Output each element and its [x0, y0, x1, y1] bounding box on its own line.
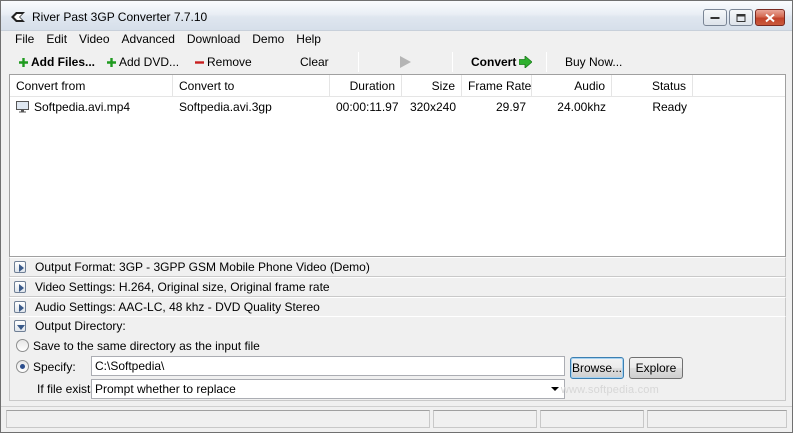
add-dvd-button[interactable]: Add DVD...: [107, 53, 179, 71]
menu-demo[interactable]: Demo: [246, 31, 290, 49]
menu-file[interactable]: File: [9, 31, 40, 49]
status-pane: [6, 410, 430, 428]
video-settings-label: Video Settings: H.264, Original size, Or…: [35, 280, 330, 294]
output-format-panel[interactable]: Output Format: 3GP - 3GPP GSM Mobile Pho…: [9, 257, 786, 277]
add-files-label: Add Files...: [31, 55, 96, 69]
menu-edit[interactable]: Edit: [40, 31, 73, 49]
close-button[interactable]: [755, 9, 785, 26]
cell-audio: 24.00khz: [557, 100, 606, 114]
same-directory-radio[interactable]: [16, 339, 29, 352]
specify-radio[interactable]: [16, 360, 29, 373]
menu-help[interactable]: Help: [290, 31, 327, 49]
toolbar-separator: [452, 52, 453, 72]
minus-icon: [195, 60, 204, 64]
main-window: River Past 3GP Converter 7.7.10 File Edi…: [0, 0, 793, 433]
column-duration[interactable]: Duration: [330, 75, 402, 97]
dropdown-arrow-icon[interactable]: [551, 387, 559, 391]
cell-convert-from: Softpedia.avi.mp4: [34, 100, 131, 114]
output-format-label: Output Format: 3GP - 3GPP GSM Mobile Pho…: [35, 260, 370, 274]
collapse-icon[interactable]: [14, 320, 26, 332]
conversion-list[interactable]: Convert from Convert to Duration Size Fr…: [9, 74, 786, 257]
column-convert-to[interactable]: Convert to: [173, 75, 330, 97]
menu-advanced[interactable]: Advanced: [116, 31, 181, 49]
toolbar: Add Files... Add DVD... Remove Clear Con…: [1, 51, 792, 73]
browse-button[interactable]: Browse...: [570, 357, 624, 379]
cell-frame-rate: 29.97: [495, 100, 526, 114]
plus-icon: [19, 57, 28, 67]
output-path-input[interactable]: C:\Softpedia\: [91, 356, 565, 376]
title-bar[interactable]: River Past 3GP Converter 7.7.10: [1, 1, 792, 31]
cell-convert-to: Softpedia.avi.3gp: [179, 100, 272, 114]
expand-icon[interactable]: [14, 301, 26, 313]
chevron-right-icon: [19, 304, 24, 312]
convert-label: Convert: [471, 55, 517, 69]
buy-now-label: Buy Now...: [565, 55, 623, 69]
explore-button[interactable]: Explore: [629, 357, 683, 379]
column-audio[interactable]: Audio: [532, 75, 612, 97]
add-files-button[interactable]: Add Files...: [19, 53, 95, 71]
toolbar-separator: [358, 52, 359, 72]
add-dvd-label: Add DVD...: [119, 55, 180, 69]
file-exists-value: Prompt whether to replace: [95, 382, 236, 396]
toolbar-separator: [546, 52, 547, 72]
cell-size: 320x240: [409, 100, 456, 114]
column-convert-from[interactable]: Convert from: [10, 75, 173, 97]
cell-status: Ready: [652, 100, 687, 114]
convert-button[interactable]: Convert: [471, 53, 533, 71]
audio-settings-panel[interactable]: Audio Settings: AAC-LC, 48 khz - DVD Qua…: [9, 297, 786, 317]
file-exists-select[interactable]: Prompt whether to replace: [91, 379, 565, 399]
column-size[interactable]: Size: [402, 75, 462, 97]
table-row[interactable]: Softpedia.avi.mp4 Softpedia.avi.3gp 00:0…: [10, 98, 785, 117]
menu-download[interactable]: Download: [181, 31, 246, 49]
status-pane: [540, 410, 644, 428]
expand-icon[interactable]: [14, 261, 26, 273]
video-settings-panel[interactable]: Video Settings: H.264, Original size, Or…: [9, 277, 786, 297]
play-icon: [400, 56, 411, 68]
app-logo-icon: [11, 12, 25, 22]
audio-settings-label: Audio Settings: AAC-LC, 48 khz - DVD Qua…: [35, 300, 320, 314]
remove-button[interactable]: Remove: [195, 53, 252, 71]
plus-icon: [107, 57, 116, 67]
chevron-right-icon: [19, 284, 24, 292]
clear-button[interactable]: Clear: [300, 53, 329, 71]
column-frame-rate[interactable]: Frame Rate: [462, 75, 532, 97]
cell-duration: 00:00:11.97: [336, 100, 399, 114]
play-button[interactable]: [399, 53, 411, 71]
specify-label[interactable]: Specify:: [33, 360, 76, 374]
list-header: Convert from Convert to Duration Size Fr…: [10, 75, 785, 97]
status-pane: [647, 410, 787, 428]
expand-icon[interactable]: [14, 281, 26, 293]
maximize-button[interactable]: [729, 9, 753, 26]
buy-now-button[interactable]: Buy Now...: [565, 53, 622, 71]
minimize-icon: [710, 16, 720, 19]
minimize-button[interactable]: [703, 9, 727, 26]
window-title: River Past 3GP Converter 7.7.10: [32, 10, 208, 24]
chevron-down-icon: [17, 325, 25, 330]
arrow-right-icon: [519, 56, 533, 68]
same-directory-label[interactable]: Save to the same directory as the input …: [33, 339, 260, 353]
remove-label: Remove: [207, 55, 252, 69]
menu-video[interactable]: Video: [73, 31, 115, 49]
output-directory-label: Output Directory:: [35, 319, 126, 333]
status-bar: [1, 406, 792, 432]
menu-bar: File Edit Video Advanced Download Demo H…: [1, 31, 792, 49]
status-pane: [433, 410, 537, 428]
clear-label: Clear: [300, 55, 329, 69]
maximize-icon: [736, 13, 746, 22]
close-icon: [765, 13, 775, 22]
watermark: www.softpedia.com: [560, 384, 659, 396]
column-status[interactable]: Status: [612, 75, 693, 97]
chevron-right-icon: [19, 264, 24, 272]
output-directory-panel: Output Directory: Save to the same direc…: [9, 316, 786, 401]
